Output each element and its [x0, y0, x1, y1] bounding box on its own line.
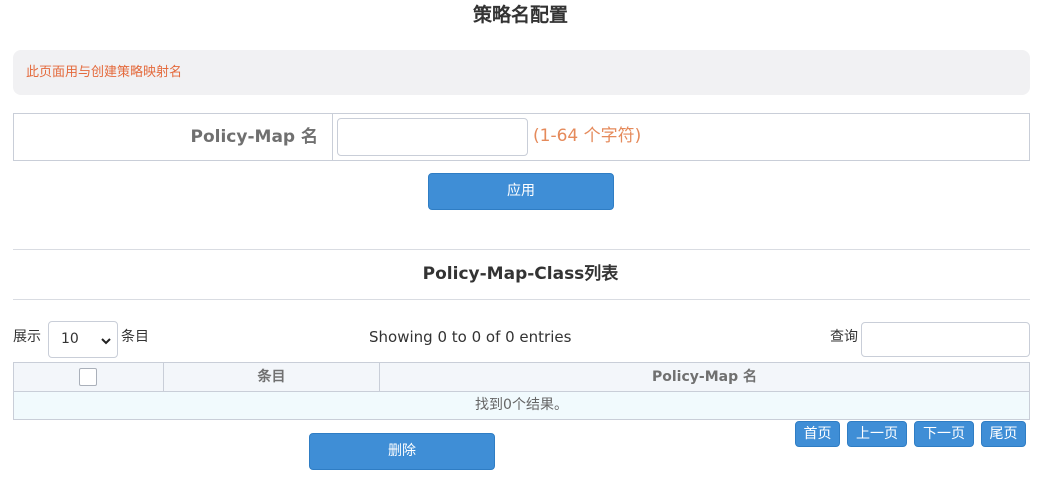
- previous-page-button[interactable]: 上一页: [847, 421, 907, 447]
- page-size-value: 10: [61, 331, 79, 347]
- divider: [13, 299, 1030, 300]
- chevron-down-icon: [101, 338, 111, 345]
- divider: [13, 249, 1030, 250]
- show-label: 展示: [13, 329, 41, 345]
- policy-map-form: Policy-Map 名 (1-64 个字符): [13, 113, 1030, 161]
- page-size-select[interactable]: 10: [48, 321, 118, 358]
- policy-map-name-input[interactable]: [337, 118, 528, 156]
- name-length-hint: (1-64 个字符): [533, 126, 642, 146]
- entries-label: 条目: [121, 329, 149, 345]
- select-all-header: [14, 363, 164, 391]
- table-info: Showing 0 to 0 of 0 entries: [369, 328, 572, 346]
- policy-map-name-label: Policy-Map 名: [14, 114, 333, 160]
- first-page-button[interactable]: 首页: [795, 421, 840, 447]
- list-title: Policy-Map-Class列表: [422, 264, 619, 284]
- search-label: 查询: [830, 329, 858, 345]
- delete-button[interactable]: 删除: [309, 433, 495, 470]
- select-all-checkbox[interactable]: [79, 368, 97, 386]
- last-page-button[interactable]: 尾页: [981, 421, 1026, 447]
- info-notice: 此页面用与创建策略映射名: [13, 50, 1030, 95]
- table-header: 条目 Policy-Map 名: [14, 363, 1029, 392]
- column-header-item[interactable]: 条目: [164, 363, 380, 391]
- policy-map-table: 条目 Policy-Map 名 找到0个结果。: [13, 362, 1030, 420]
- apply-button[interactable]: 应用: [428, 173, 614, 210]
- page-title: 策略名配置: [472, 4, 568, 26]
- empty-table-row: 找到0个结果。: [14, 392, 1029, 419]
- next-page-button[interactable]: 下一页: [914, 421, 974, 447]
- column-header-policy-map-name[interactable]: Policy-Map 名: [380, 363, 1029, 391]
- search-input[interactable]: [861, 322, 1030, 357]
